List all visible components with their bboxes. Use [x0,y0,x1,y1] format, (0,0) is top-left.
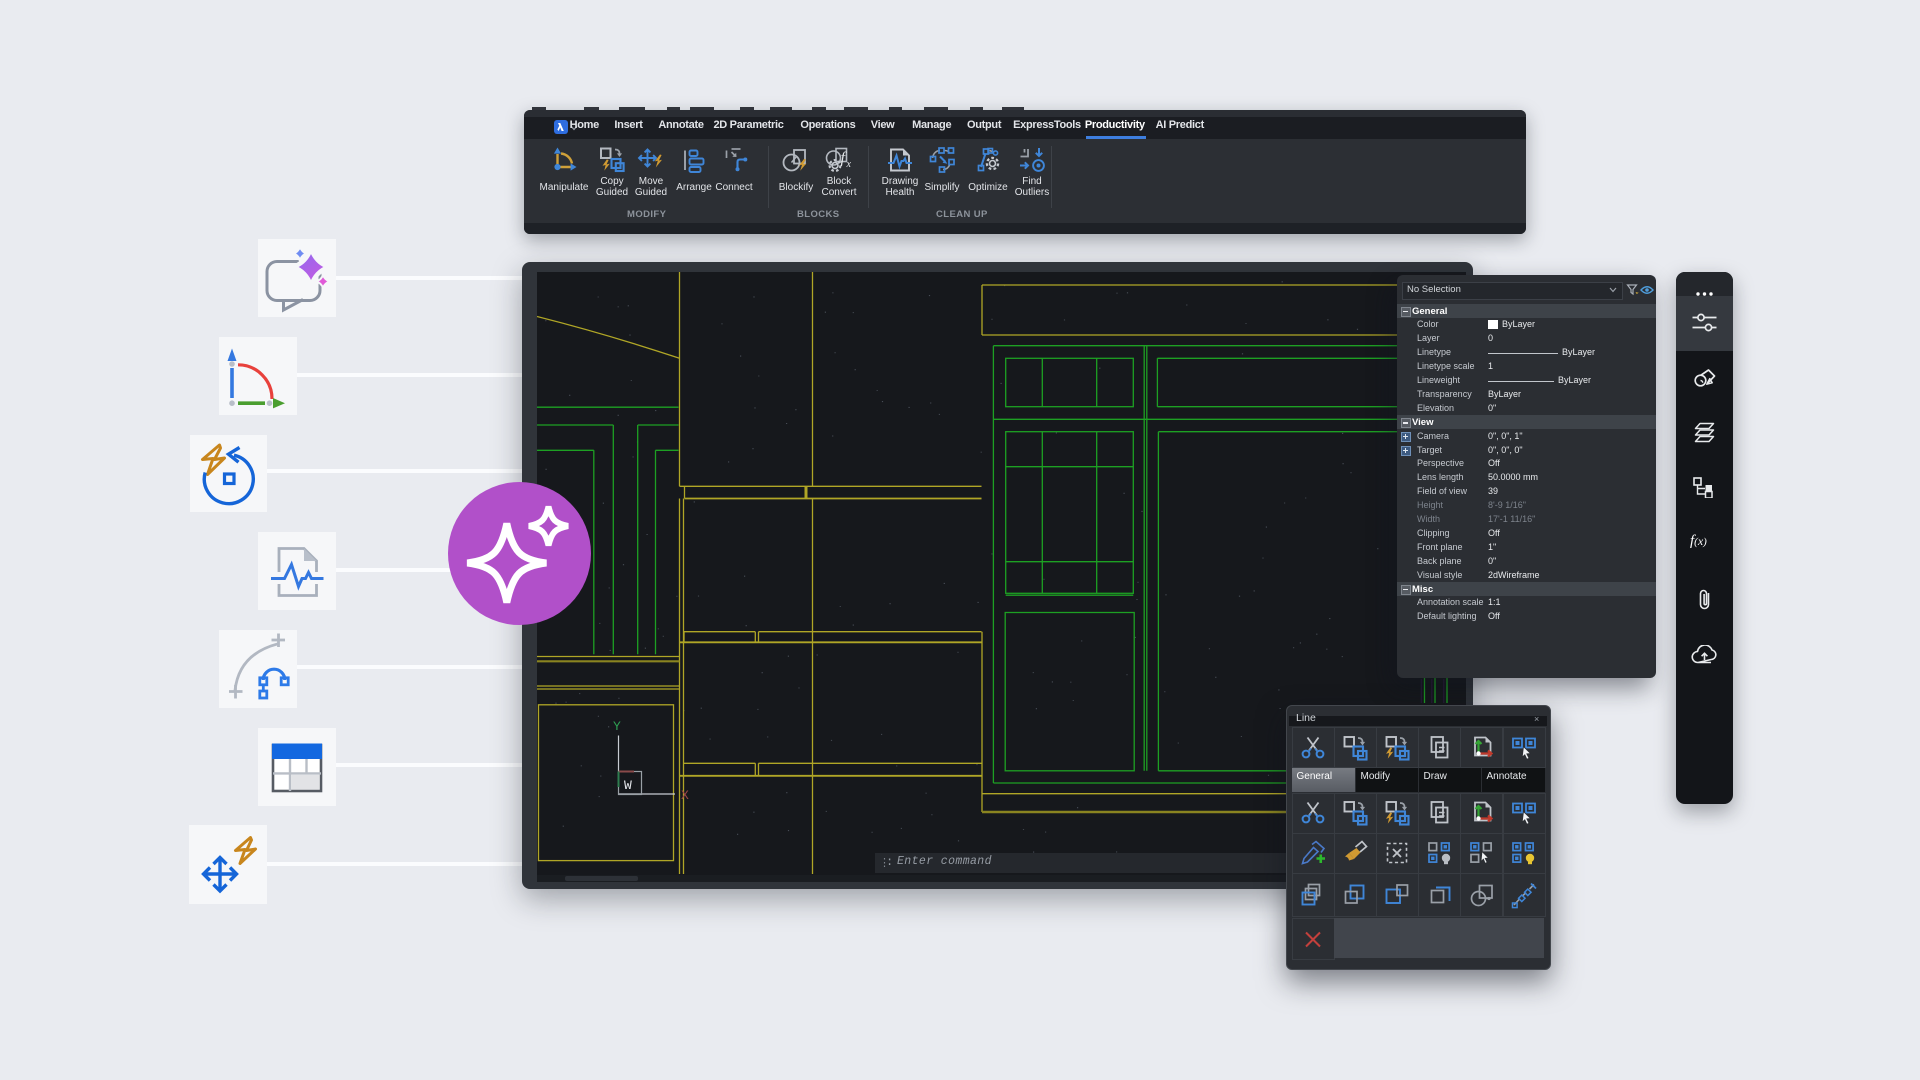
svg-text:X: X [681,788,689,803]
svg-text:x: x [846,159,852,170]
svg-text:Y: Y [613,719,621,734]
svg-text:W: W [624,778,632,793]
